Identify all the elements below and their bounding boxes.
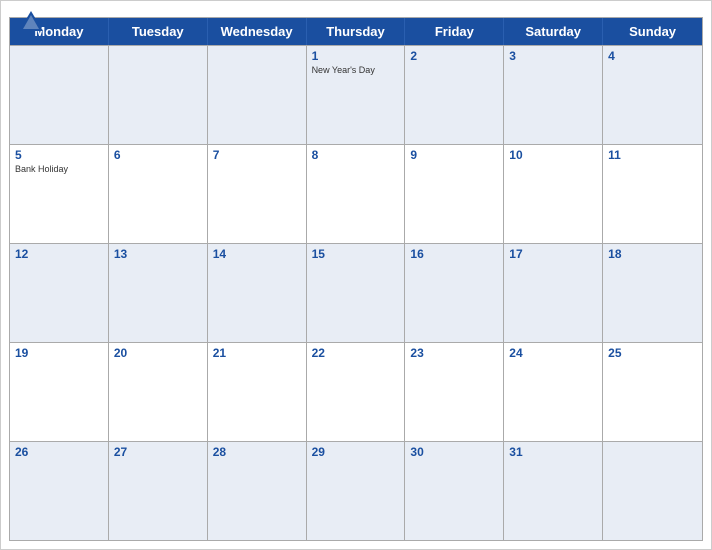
day-cell: 3: [504, 46, 603, 144]
day-number: 25: [608, 346, 697, 360]
day-number: 15: [312, 247, 400, 261]
calendar-header: [1, 1, 711, 17]
day-cell: 27: [109, 442, 208, 540]
day-cell: 31: [504, 442, 603, 540]
day-number: 27: [114, 445, 202, 459]
day-number: 2: [410, 49, 498, 63]
day-cell: 29: [307, 442, 406, 540]
day-cell: 25: [603, 343, 702, 441]
day-number: 7: [213, 148, 301, 162]
day-number: 20: [114, 346, 202, 360]
day-number: 5: [15, 148, 103, 162]
day-cell: 14: [208, 244, 307, 342]
holiday-label: New Year's Day: [312, 65, 400, 76]
day-number: 9: [410, 148, 498, 162]
day-cell: 21: [208, 343, 307, 441]
day-cell: 19: [10, 343, 109, 441]
holiday-label: Bank Holiday: [15, 164, 103, 175]
day-number: 16: [410, 247, 498, 261]
week-row-4: 19 20 21 22 23 24 25: [10, 342, 702, 441]
day-cell: 11: [603, 145, 702, 243]
day-cell: 22: [307, 343, 406, 441]
day-cell: 16: [405, 244, 504, 342]
day-number: 11: [608, 148, 697, 162]
day-cell: 4: [603, 46, 702, 144]
week-row-1: 1 New Year's Day 234: [10, 45, 702, 144]
day-cell: 7: [208, 145, 307, 243]
logo: [17, 9, 49, 37]
week-row-3: 12 13 14 15 16 17 18: [10, 243, 702, 342]
day-cell: 18: [603, 244, 702, 342]
calendar: MondayTuesdayWednesdayThursdayFridaySatu…: [0, 0, 712, 550]
week-row-5: 26 27 28 29 30 31: [10, 441, 702, 540]
day-number: 18: [608, 247, 697, 261]
day-number: 3: [509, 49, 597, 63]
week-row-2: 5 Bank Holiday 6789 10 11: [10, 144, 702, 243]
day-number: 1: [312, 49, 400, 63]
day-number: 13: [114, 247, 202, 261]
day-cell: [10, 46, 109, 144]
day-cell: 2: [405, 46, 504, 144]
day-cell: 30: [405, 442, 504, 540]
weeks-container: 1New Year's Day2345Bank Holiday678910111…: [10, 45, 702, 540]
day-number: 28: [213, 445, 301, 459]
logo-icon: [17, 9, 45, 37]
day-cell: 12: [10, 244, 109, 342]
day-cell: 24: [504, 343, 603, 441]
day-number: 12: [15, 247, 103, 261]
day-number: 26: [15, 445, 103, 459]
day-cell: 1 New Year's Day: [307, 46, 406, 144]
day-number: 29: [312, 445, 400, 459]
day-number: 6: [114, 148, 202, 162]
day-header-saturday: Saturday: [504, 18, 603, 45]
day-header-sunday: Sunday: [603, 18, 702, 45]
day-number: 8: [312, 148, 400, 162]
day-headers-row: MondayTuesdayWednesdayThursdayFridaySatu…: [10, 18, 702, 45]
day-cell: 17: [504, 244, 603, 342]
day-cell: 8: [307, 145, 406, 243]
day-number: 23: [410, 346, 498, 360]
day-header-tuesday: Tuesday: [109, 18, 208, 45]
day-number: 21: [213, 346, 301, 360]
day-cell: 20: [109, 343, 208, 441]
day-number: 31: [509, 445, 597, 459]
day-number: 30: [410, 445, 498, 459]
day-cell: 15: [307, 244, 406, 342]
day-header-wednesday: Wednesday: [208, 18, 307, 45]
day-header-friday: Friday: [405, 18, 504, 45]
day-cell: 13: [109, 244, 208, 342]
day-header-thursday: Thursday: [307, 18, 406, 45]
day-number: 4: [608, 49, 697, 63]
day-cell: [109, 46, 208, 144]
day-cell: [603, 442, 702, 540]
day-number: 10: [509, 148, 597, 162]
day-number: 22: [312, 346, 400, 360]
day-cell: [208, 46, 307, 144]
day-cell: 9: [405, 145, 504, 243]
day-number: 24: [509, 346, 597, 360]
day-number: 19: [15, 346, 103, 360]
day-cell: 28: [208, 442, 307, 540]
day-number: 17: [509, 247, 597, 261]
day-number: 14: [213, 247, 301, 261]
day-cell: 5 Bank Holiday: [10, 145, 109, 243]
day-cell: 26: [10, 442, 109, 540]
day-cell: 23: [405, 343, 504, 441]
day-cell: 6: [109, 145, 208, 243]
calendar-grid: MondayTuesdayWednesdayThursdayFridaySatu…: [9, 17, 703, 541]
day-cell: 10: [504, 145, 603, 243]
